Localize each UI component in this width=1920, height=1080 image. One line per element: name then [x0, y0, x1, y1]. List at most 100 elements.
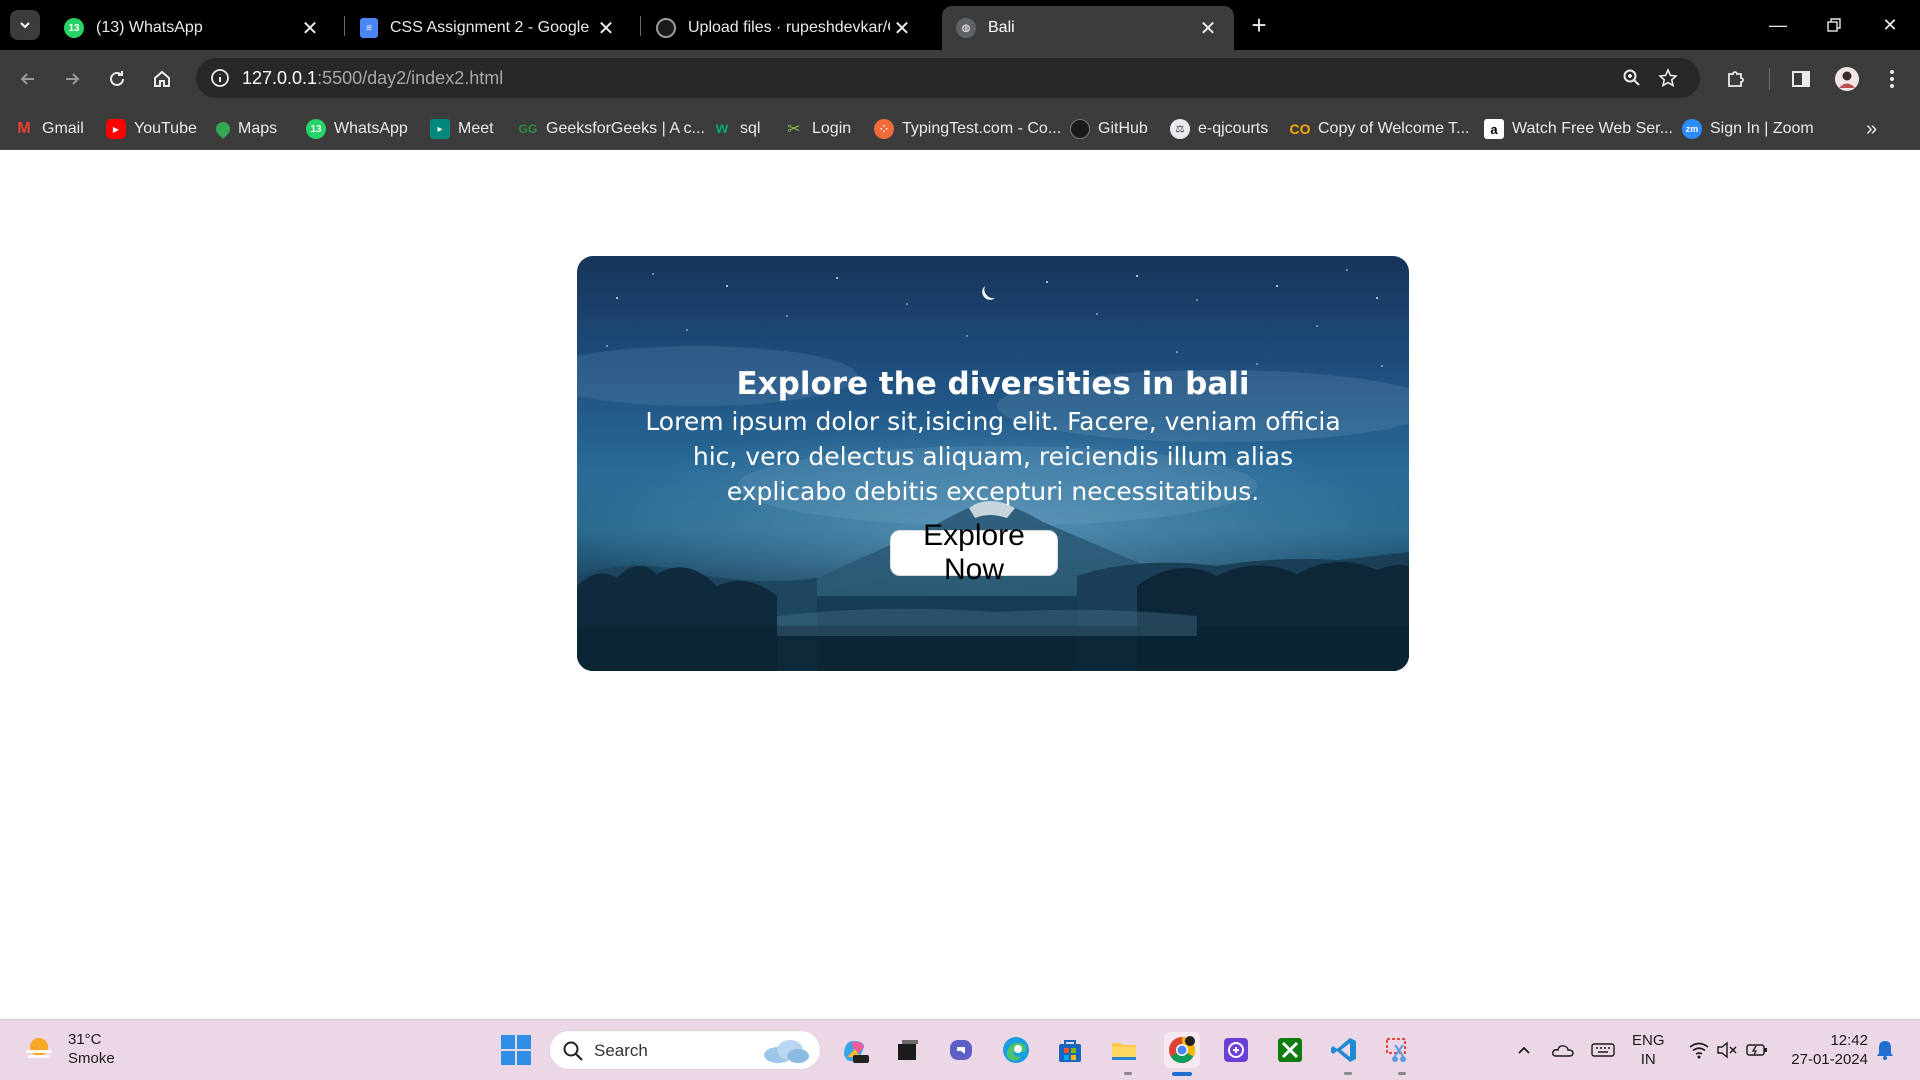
menu-button[interactable]: [1874, 62, 1910, 96]
close-icon[interactable]: ✕: [298, 16, 322, 41]
app-button[interactable]: [1218, 1032, 1254, 1068]
url-text[interactable]: 127.0.0.1:5500/day2/index2.html: [242, 68, 503, 89]
bookmark-colab[interactable]: CO Copy of Welcome T...: [1290, 118, 1470, 140]
bookmark-meet[interactable]: ▸ Meet: [430, 118, 494, 140]
minimize-button[interactable]: —: [1750, 0, 1806, 50]
forward-button[interactable]: [54, 62, 90, 96]
tab-title: Bali: [988, 19, 1015, 36]
bookmark-label: Gmail: [42, 120, 84, 137]
snipping-tool-button[interactable]: [1380, 1032, 1416, 1068]
bookmark-login[interactable]: ✂ Login: [784, 118, 851, 140]
task-view-icon: [898, 1040, 918, 1060]
geeksforgeeks-icon: GG: [518, 122, 538, 136]
home-icon: [154, 70, 170, 87]
windows-start-icon[interactable]: [500, 1034, 532, 1066]
battery-button[interactable]: [1742, 1032, 1772, 1068]
weather-widget[interactable]: 31°C Smoke: [22, 1030, 115, 1068]
wifi-button[interactable]: [1684, 1032, 1714, 1068]
tab-bali[interactable]: ◍ Bali ✕: [942, 6, 1234, 50]
meet-icon: ▸: [430, 119, 450, 139]
taskbar-search-box[interactable]: Search: [549, 1030, 821, 1070]
reload-button[interactable]: [99, 62, 135, 96]
taskbar-clock[interactable]: 12:42 27-01-2024: [1780, 1031, 1868, 1069]
site-info-icon[interactable]: [204, 62, 236, 94]
wifi-icon: [1689, 1042, 1709, 1059]
teams-button[interactable]: [944, 1032, 980, 1068]
close-window-button[interactable]: ✕: [1862, 0, 1918, 50]
tab-separator: [640, 16, 641, 36]
bookmark-github[interactable]: GitHub: [1070, 118, 1148, 140]
back-button[interactable]: [10, 62, 46, 96]
show-hidden-icons-button[interactable]: [1512, 1032, 1536, 1068]
close-icon[interactable]: ✕: [594, 16, 618, 41]
volume-button[interactable]: [1712, 1032, 1742, 1068]
w3schools-icon: w: [715, 120, 729, 137]
bookmark-label: Watch Free Web Ser...: [1512, 120, 1673, 137]
bookmark-star-button[interactable]: [1652, 62, 1684, 94]
profile-button[interactable]: [1829, 62, 1865, 96]
tab-whatsapp[interactable]: 13 (13) WhatsApp ✕: [50, 6, 336, 50]
touch-keyboard-button[interactable]: [1588, 1032, 1618, 1068]
running-indicator: [1398, 1072, 1406, 1075]
bookmark-sql[interactable]: w sql: [712, 118, 761, 140]
address-bar[interactable]: 127.0.0.1:5500/day2/index2.html: [196, 58, 1700, 98]
tab-title: (13) WhatsApp: [96, 19, 203, 36]
whatsapp-icon: 13: [306, 119, 326, 139]
clock-time: 12:42: [1830, 1032, 1868, 1049]
chrome-icon: [1169, 1036, 1196, 1064]
restore-icon: [1827, 18, 1841, 32]
running-indicator: [1124, 1072, 1132, 1075]
side-panel-icon: [1792, 71, 1810, 87]
xbox-button[interactable]: [1272, 1032, 1308, 1068]
close-icon[interactable]: ✕: [1196, 16, 1220, 41]
onedrive-button[interactable]: [1548, 1032, 1578, 1068]
close-icon: ✕: [1882, 14, 1898, 35]
star-icon: [1658, 68, 1678, 88]
vscode-button[interactable]: [1326, 1032, 1362, 1068]
bookmark-whatsapp[interactable]: 13 WhatsApp: [306, 118, 408, 140]
bookmark-typingtest[interactable]: ⁘ TypingTest.com - Co...: [874, 118, 1061, 140]
new-tab-button[interactable]: +: [1244, 10, 1274, 40]
cloud-icon: [764, 1040, 809, 1063]
tab-google-docs[interactable]: ≡ CSS Assignment 2 - Google Docs ✕: [346, 6, 632, 50]
side-panel-button[interactable]: [1783, 62, 1819, 96]
store-button[interactable]: [1052, 1032, 1088, 1068]
puzzle-icon: [1728, 71, 1744, 87]
plus-icon: +: [1251, 9, 1267, 40]
github-icon: [1070, 119, 1090, 139]
input-language-indicator[interactable]: ENG IN: [1632, 1031, 1665, 1069]
extensions-button[interactable]: [1718, 62, 1754, 96]
restore-button[interactable]: [1806, 0, 1862, 50]
bookmark-gmail[interactable]: M Gmail: [14, 118, 84, 140]
login-icon: ✂: [787, 121, 801, 138]
explore-now-button[interactable]: Explore Now: [890, 519, 1058, 586]
chrome-button[interactable]: [1164, 1032, 1200, 1068]
bookmark-label: Copy of Welcome T...: [1318, 120, 1470, 137]
bookmarks-bar: M Gmail ▶ YouTube Maps 13 WhatsApp ▸ Mee…: [0, 108, 1920, 150]
file-explorer-icon: [1112, 1043, 1136, 1060]
page-viewport: Explore the diversities in bali Lorem ip…: [0, 151, 1920, 1019]
globe-icon: ◍: [956, 18, 976, 38]
bookmark-e-qjcourts[interactable]: ⚖ e-qjcourts: [1170, 118, 1268, 140]
bookmark-geeksforgeeks[interactable]: GG GeeksforGeeks | A c...: [518, 118, 705, 140]
hero-title: Explore the diversities in bali: [736, 366, 1250, 402]
close-icon[interactable]: ✕: [890, 16, 914, 41]
tab-search-button[interactable]: [10, 10, 40, 40]
hero-card: Explore the diversities in bali Lorem ip…: [577, 256, 1409, 671]
home-button[interactable]: [144, 62, 180, 96]
task-view-button[interactable]: [890, 1032, 926, 1068]
bookmark-watch-free[interactable]: a Watch Free Web Ser...: [1484, 118, 1673, 140]
edge-button[interactable]: [998, 1032, 1034, 1068]
reload-icon: [110, 71, 124, 86]
zoom-button[interactable]: [1616, 62, 1648, 94]
tab-github-upload[interactable]: Upload files · rupeshdevkar/CSS ✕: [642, 6, 928, 50]
bookmark-youtube[interactable]: ▶ YouTube: [106, 118, 197, 140]
search-icon: [563, 1041, 583, 1061]
more-bookmarks-button[interactable]: »: [1866, 118, 1877, 141]
notification-bell-icon[interactable]: [1874, 1039, 1896, 1061]
teams-icon: [950, 1040, 972, 1060]
copilot-button[interactable]: [836, 1032, 872, 1068]
bookmark-maps[interactable]: Maps: [213, 118, 277, 140]
bookmark-zoom[interactable]: zm Sign In | Zoom: [1682, 118, 1814, 140]
file-explorer-button[interactable]: [1106, 1032, 1142, 1068]
